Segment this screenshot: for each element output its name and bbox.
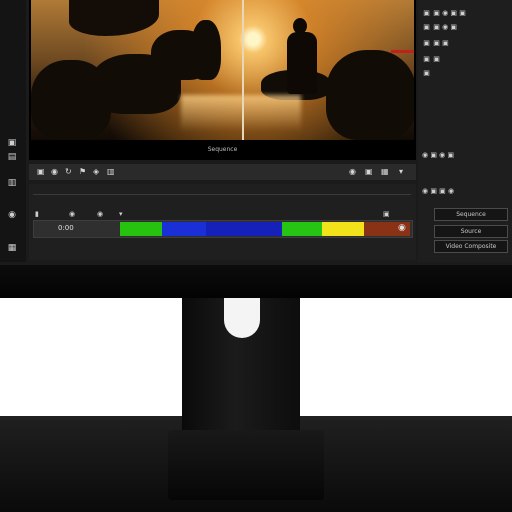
layer-icon: ▣ [423,69,430,77]
settings-icon[interactable]: ▣ [383,210,390,218]
rock-silhouette [191,20,221,80]
audio-icon[interactable]: ▣ [365,167,373,177]
tool-select-icon[interactable]: ▣ [6,138,18,148]
track-label: 0:00 [58,224,74,232]
timeline[interactable]: ▮ ◉ ◉ ▾ ▣ 0:00 ◉ [29,184,416,260]
left-tool-strip: ▣ ▤ ▥ ◉ ▦ [0,0,26,262]
monitor-bezel [0,265,512,298]
viewer-caption: Sequence [207,146,238,153]
person-silhouette [287,32,317,94]
loop-icon[interactable]: ↻ [65,167,72,177]
tool-record-icon[interactable]: ◉ [6,210,18,220]
tool-snap-icon[interactable]: ▦ [6,243,18,253]
stand-cable-hole [224,298,260,338]
panel-row[interactable]: ◉ ▣ ◉ ▣ [422,150,508,160]
marker-icon[interactable]: ◈ [93,167,99,177]
marker [391,50,414,53]
tree-silhouette [69,0,159,36]
panel-row[interactable]: ▣ ▣ [422,54,508,64]
panel-row[interactable]: ▣ ▣ ◉ ▣ [422,22,508,32]
panel-row[interactable]: ▣ ▣ ▣ [422,38,508,48]
layer-icon: ▣ [423,9,430,17]
layer-icon: ▣ [423,23,430,31]
rock-silhouette [326,50,414,140]
clip-blue-2[interactable] [206,222,282,236]
water-reflection [181,95,301,131]
clip-yellow[interactable] [322,222,364,236]
composite-field[interactable]: Video Composite [434,240,508,253]
tool-slip-icon[interactable]: ▥ [6,178,18,188]
camera-icon[interactable]: ▣ [37,167,45,177]
stand-base [168,430,324,500]
clip-blue-1[interactable] [162,222,206,236]
playhead-icon[interactable]: ▾ [119,210,123,218]
clip-green-1[interactable] [120,222,162,236]
video-track[interactable]: 0:00 ◉ [33,220,413,238]
chevron-down-icon[interactable]: ▾ [399,167,403,177]
layer-icon: ▣ [423,55,430,63]
flag-icon[interactable]: ⚑ [79,167,86,177]
video-frame [31,0,414,140]
layer-icon: ▣ [423,39,430,47]
track-end-icon[interactable]: ◉ [398,223,406,233]
monitor: ▣ ▤ ▥ ◉ ▦ Sequence ▣ ▣ ◉ ▣ ▣ ▣ ▣ ◉ ▣ ▣ ▣… [0,0,512,298]
tool-razor-icon[interactable]: ▤ [6,152,18,162]
track-toggle-icon[interactable]: ▮ [35,210,39,218]
panel-row[interactable]: ▣ ▣ ◉ ▣ ▣ [422,8,508,18]
lock-icon[interactable]: ▥ [107,167,115,177]
timeline-toolbar: ▣ ◉ ↻ ⚑ ◈ ▥ ◉ ▣ ▦ ▾ [29,164,416,180]
right-panel: ▣ ▣ ◉ ▣ ▣ ▣ ▣ ◉ ▣ ▣ ▣ ▣ ▣ ▣ ▣ ◉ ▣ ◉ ▣ ◉ … [418,0,512,262]
timeline-ruler[interactable] [33,190,411,195]
play-icon[interactable]: ◉ [51,167,58,177]
track-header: ▮ ◉ ◉ ▾ ▣ [33,210,411,220]
panel-row[interactable]: ◉ ▣ ▣ ◉ [422,186,508,196]
eye-icon[interactable]: ◉ [349,167,356,177]
solo-icon[interactable]: ◉ [69,210,75,218]
grid-icon[interactable]: ▦ [381,167,389,177]
playhead-line[interactable] [242,0,244,140]
clip-green-2[interactable] [282,222,322,236]
panel-row[interactable]: ▣ [422,68,508,78]
sequence-field[interactable]: Sequence [434,208,508,221]
program-viewer[interactable]: Sequence [29,0,416,160]
screen: ▣ ▤ ▥ ◉ ▦ Sequence ▣ ▣ ◉ ▣ ▣ ▣ ▣ ◉ ▣ ▣ ▣… [0,0,512,265]
source-field[interactable]: Source [434,225,508,238]
mute-icon[interactable]: ◉ [97,210,103,218]
